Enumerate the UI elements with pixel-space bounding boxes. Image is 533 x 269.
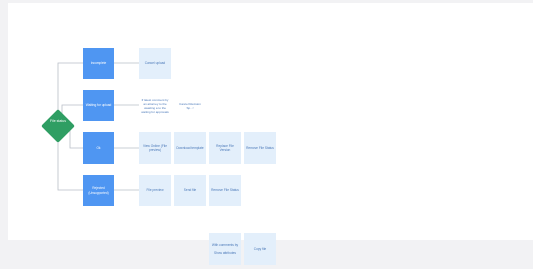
decision-label: File status [50,119,66,123]
status-incomplete[interactable]: Incomplete [83,48,114,79]
action-replace-file-version[interactable]: Replace File Version [209,132,241,164]
legend-box-comments: With comments by Show attributes [209,233,241,265]
waiting-condition-note: If latest comment by an attorney to the … [141,97,169,114]
status-ok[interactable]: Ok [83,132,114,164]
status-rejected[interactable]: Rejected (Unsupported) [83,175,114,206]
action-view-online[interactable]: View Online (File preview) [139,132,171,164]
legend-box-copy-file-label: Copy file [253,246,267,251]
action-cancel-upload[interactable]: Cancel upload [139,48,171,79]
status-waiting[interactable]: Waiting for upload [83,90,114,121]
action-remove-file-status[interactable]: Remove File Status [244,132,276,164]
legend-box-comments-line2: Show attributes [214,250,236,255]
action-download-template[interactable]: Download template [174,132,206,164]
legend-box-comments-line1: With comments by [211,243,239,248]
legend-box-copy-file: Copy file [244,233,276,265]
action-remove-file-status-rejected[interactable]: Remove File Status [209,175,241,206]
action-file-preview[interactable]: File preview [139,175,171,206]
action-cancel-revision[interactable]: Cancel Revision Sp...! [174,90,206,121]
action-send-file[interactable]: Send file [174,175,206,206]
